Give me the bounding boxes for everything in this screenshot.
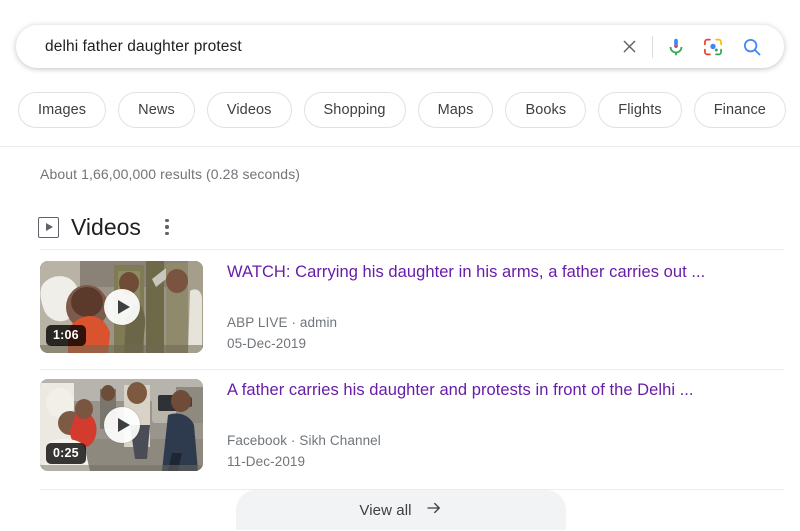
microphone-icon[interactable] — [663, 34, 689, 60]
video-thumbnail[interactable]: 1:06 — [40, 261, 203, 353]
video-thumbnail[interactable]: 0:25 — [40, 379, 203, 471]
chip-label: Shopping — [323, 102, 386, 118]
videos-section-header: Videos — [38, 210, 177, 244]
filter-chip-flights[interactable]: Flights — [598, 92, 682, 128]
video-result-meta: ABP LIVE · admin 05-Dec-2019 — [227, 313, 784, 354]
close-icon[interactable] — [616, 34, 642, 60]
video-result-info: WATCH: Carrying his daughter in his arms… — [203, 261, 784, 357]
chip-label: Videos — [226, 102, 272, 118]
videos-section-title: Videos — [71, 213, 141, 240]
video-duration-badge: 0:25 — [46, 442, 86, 464]
filter-chip-news[interactable]: News — [118, 92, 195, 128]
more-options-icon[interactable] — [157, 216, 177, 238]
filter-chip-shopping[interactable]: Shopping — [303, 92, 406, 128]
search-icon[interactable] — [739, 34, 765, 60]
chip-label: Finance — [713, 102, 766, 118]
view-all-label: View all — [359, 501, 412, 519]
video-result-date: 05-Dec-2019 — [227, 335, 307, 351]
chip-label: News — [138, 102, 175, 118]
result-stats: About 1,66,00,000 results (0.28 seconds) — [40, 166, 301, 182]
play-button-overlay[interactable] — [103, 407, 140, 443]
video-result-item[interactable]: 0:25 A father carries his daughter and p… — [40, 379, 784, 475]
filter-chip-finance[interactable]: Finance — [693, 92, 786, 128]
arrow-right-icon — [425, 499, 443, 522]
video-result-meta: Facebook · Sikh Channel 11-Dec-2019 — [227, 431, 784, 472]
chip-label: Images — [38, 102, 87, 118]
video-result-date: 11-Dec-2019 — [227, 453, 306, 469]
video-result-item[interactable]: 1:06 WATCH: Carrying his daughter in his… — [40, 261, 784, 357]
filter-chip-images[interactable]: Images — [18, 92, 107, 128]
video-result-info: A father carries his daughter and protes… — [203, 379, 784, 475]
search-bar-container — [16, 25, 784, 68]
search-bar-divider — [652, 35, 653, 58]
search-bar[interactable] — [16, 25, 784, 68]
header-divider — [0, 146, 800, 147]
search-input[interactable] — [43, 36, 616, 57]
video-results-divider — [40, 369, 784, 370]
video-duration-badge: 1:06 — [46, 324, 86, 346]
video-result-title[interactable]: WATCH: Carrying his daughter in his arms… — [227, 262, 784, 283]
play-button-overlay[interactable] — [103, 289, 140, 325]
filter-chip-books[interactable]: Books — [505, 92, 587, 128]
filter-chips: Images News Videos Shopping Maps Books F… — [18, 92, 786, 128]
chip-label: Maps — [437, 102, 474, 118]
filter-chip-videos[interactable]: Videos — [206, 92, 292, 128]
video-result-source: ABP LIVE · admin — [227, 315, 338, 331]
filter-chip-maps[interactable]: Maps — [417, 92, 494, 128]
video-result-source: Facebook · Sikh Channel — [227, 433, 381, 449]
video-result-title[interactable]: A father carries his daughter and protes… — [227, 380, 784, 401]
google-lens-icon[interactable] — [700, 34, 726, 60]
videos-header-divider — [40, 249, 784, 250]
video-play-box-icon — [38, 216, 59, 238]
chip-label: Books — [525, 102, 567, 118]
view-all-button[interactable]: View all — [236, 490, 566, 530]
chip-label: Flights — [618, 102, 662, 118]
